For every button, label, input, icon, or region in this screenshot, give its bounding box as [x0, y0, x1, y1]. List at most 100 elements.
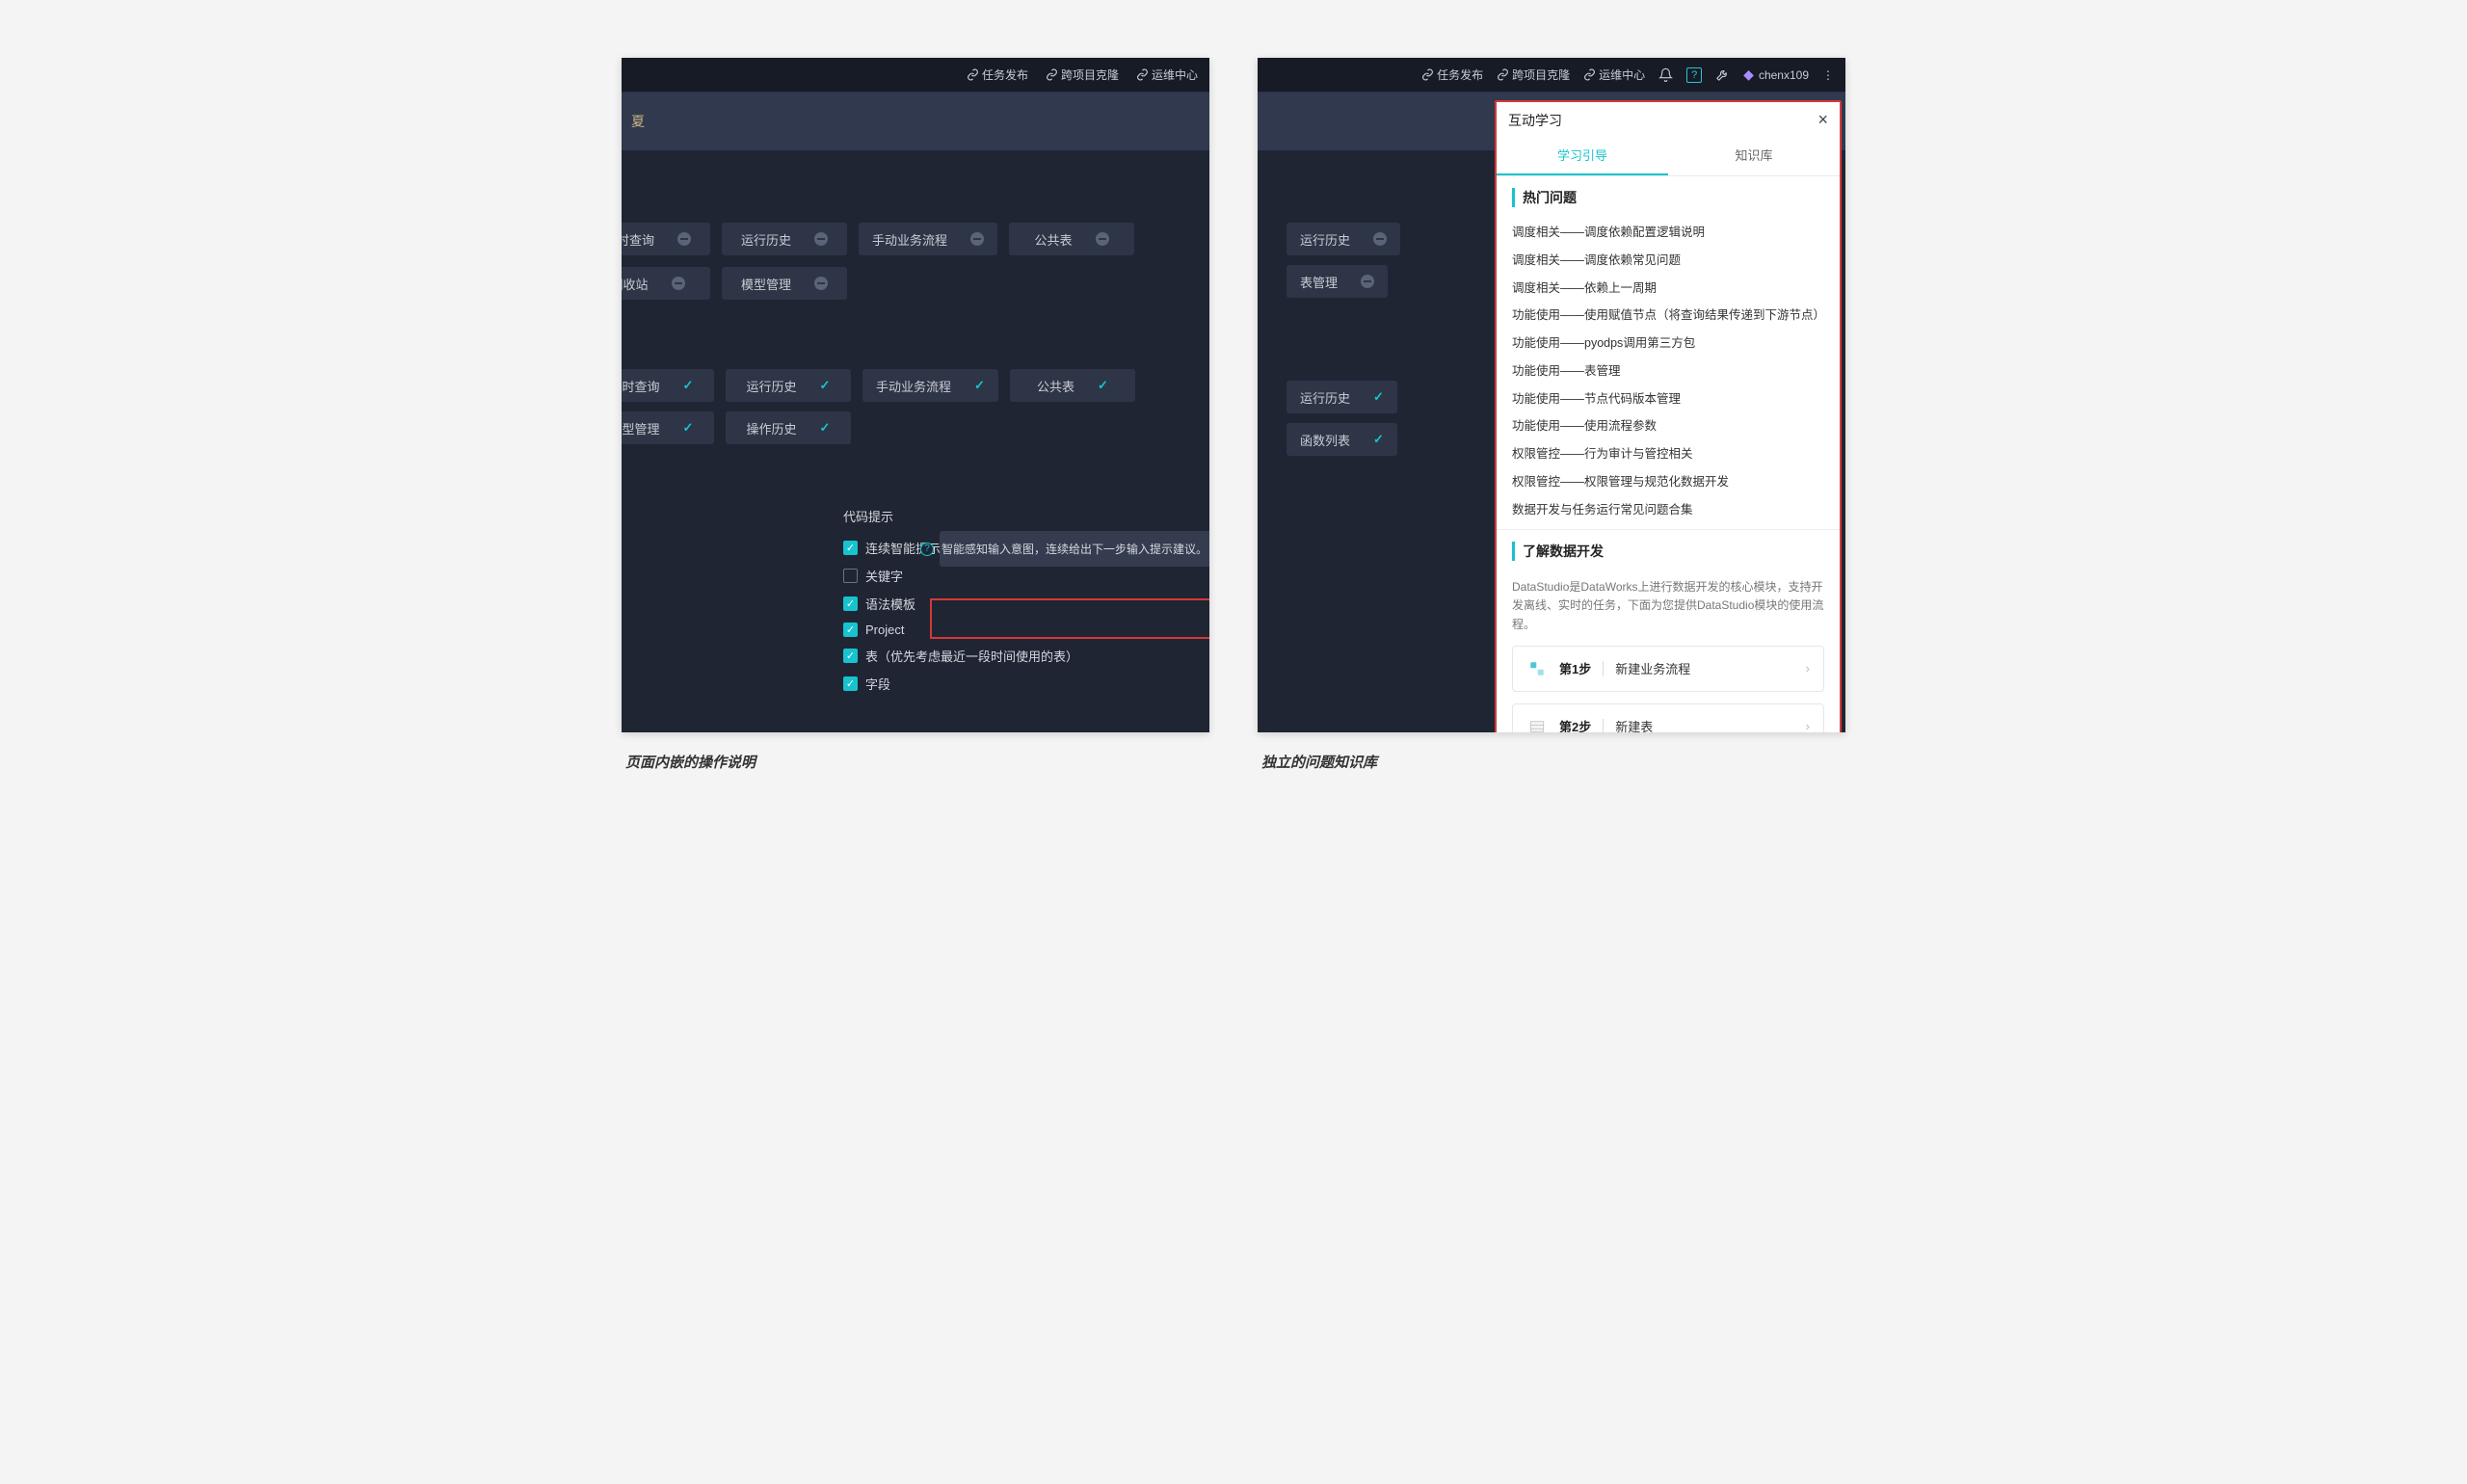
checkbox-icon[interactable]: [843, 541, 858, 555]
chip-model-mgmt[interactable]: 模型管理✓: [622, 411, 714, 444]
check-icon: ✓: [683, 420, 694, 436]
help-icon[interactable]: ?: [1686, 67, 1702, 83]
minus-icon: [1361, 275, 1374, 288]
kb-hot-list: 调度相关——调度依赖配置逻辑说明 调度相关——调度依赖常见问题 调度相关——依赖…: [1512, 219, 1824, 523]
chevron-right-icon: ›: [1806, 661, 1810, 676]
more-icon[interactable]: ⋮: [1822, 68, 1834, 82]
topbar-link-clone[interactable]: 跨项目克隆: [1046, 66, 1119, 83]
checkbox-icon[interactable]: [843, 676, 858, 691]
chip-table-mgmt[interactable]: 表管理: [1287, 265, 1388, 298]
link-icon: [1497, 68, 1509, 81]
chip-run-history[interactable]: 运行历史: [1287, 223, 1400, 255]
kb-list-item[interactable]: 功能使用——表管理: [1512, 358, 1824, 385]
table-icon: [1526, 716, 1548, 732]
chip-recycle[interactable]: 回收站: [622, 267, 710, 300]
kb-step-2[interactable]: 第2步 新建表 ›: [1512, 703, 1824, 732]
kb-list-item[interactable]: 调度相关——调度依赖常见问题: [1512, 247, 1824, 275]
minus-icon: [672, 277, 685, 290]
check-icon: ✓: [820, 378, 831, 393]
link-icon: [1421, 68, 1434, 81]
kb-list-item[interactable]: 权限管控——权限管理与规范化数据开发: [1512, 468, 1824, 496]
right-caption: 独立的问题知识库: [1261, 752, 1845, 772]
kb-list-item[interactable]: 功能使用——pyodps调用第三方包: [1512, 330, 1824, 358]
minus-icon: [677, 232, 691, 246]
checkbox-icon[interactable]: [843, 569, 858, 583]
kb-step-1[interactable]: 第1步 新建业务流程 ›: [1512, 646, 1824, 692]
topbar-link-clone[interactable]: 跨项目克隆: [1497, 66, 1570, 83]
kb-know-heading: 了解数据开发: [1512, 542, 1824, 561]
minus-icon: [1096, 232, 1109, 246]
chip-manual-flow[interactable]: 手动业务流程✓: [862, 369, 998, 402]
chip-model-mgmt[interactable]: 模型管理: [722, 267, 847, 300]
kb-hot-heading: 热门问题: [1512, 188, 1824, 207]
chip-func-list[interactable]: 函数列表✓: [1287, 423, 1397, 456]
bell-icon[interactable]: [1658, 67, 1673, 82]
kb-list-item[interactable]: 调度相关——依赖上一周期: [1512, 275, 1824, 303]
checkbox-row-keyword[interactable]: 关键字: [843, 567, 1209, 585]
knowledge-panel: 互动学习 × 学习引导 知识库 热门问题 调度相关——调度依赖配置逻辑说明 调度…: [1495, 100, 1842, 732]
kb-tab-library[interactable]: 知识库: [1668, 136, 1840, 175]
checkbox-row-project[interactable]: Project: [843, 623, 1209, 637]
kb-list-item[interactable]: 调度相关——调度依赖配置逻辑说明: [1512, 219, 1824, 247]
check-icon: ✓: [683, 378, 694, 393]
topbar-link-ops[interactable]: 运维中心: [1136, 66, 1198, 83]
chip-run-history[interactable]: 运行历史✓: [726, 369, 851, 402]
checkbox-icon[interactable]: [843, 649, 858, 663]
checkbox-icon[interactable]: [843, 623, 858, 637]
kb-list-item[interactable]: 功能使用——使用赋值节点（将查询结果传递到下游节点）: [1512, 302, 1824, 330]
kb-list-item[interactable]: 权限管控——行为审计与管控相关: [1512, 440, 1824, 468]
link-icon: [1583, 68, 1596, 81]
checkbox-row-smart[interactable]: 连续智能提示 ? 智能感知输入意图，连续给出下一步输入提示建议。: [843, 539, 1209, 557]
checkbox-icon[interactable]: [843, 596, 858, 611]
flow-icon: [1526, 658, 1548, 679]
link-icon: [967, 68, 979, 81]
left-panel: 任务发布 跨项目克隆 运维中心 夏 临时查询 运行历史 手动业务流程 公共表 回…: [622, 58, 1209, 732]
checkbox-row-column[interactable]: 字段: [843, 675, 1209, 693]
minus-icon: [814, 277, 828, 290]
code-hint-title: 代码提示: [843, 507, 1209, 525]
topbar-link-publish[interactable]: 任务发布: [1421, 66, 1483, 83]
user-menu[interactable]: ◆ chenx109: [1743, 66, 1809, 83]
kb-list-item[interactable]: 功能使用——使用流程参数: [1512, 412, 1824, 440]
check-icon: ✓: [974, 378, 985, 393]
wrench-icon[interactable]: [1715, 67, 1730, 82]
close-icon[interactable]: ×: [1817, 110, 1828, 130]
minus-icon: [970, 232, 984, 246]
tooltip: ? 智能感知输入意图，连续给出下一步输入提示建议。: [940, 531, 1209, 567]
chip-op-history[interactable]: 操作历史✓: [726, 411, 851, 444]
link-icon: [1136, 68, 1149, 81]
chip-run-history[interactable]: 运行历史: [722, 223, 847, 255]
topbar: 任务发布 跨项目克隆 运维中心 ? ◆ chenx109 ⋮: [1258, 58, 1845, 93]
topbar: 任务发布 跨项目克隆 运维中心: [622, 58, 1209, 93]
checkbox-row-table[interactable]: 表（优先考虑最近一段时间使用的表）: [843, 647, 1209, 665]
check-icon: ✓: [1373, 389, 1384, 405]
chevron-right-icon: ›: [1806, 719, 1810, 732]
link-icon: [1046, 68, 1058, 81]
chip-manual-flow[interactable]: 手动业务流程: [859, 223, 997, 255]
left-caption: 页面内嵌的操作说明: [625, 752, 1209, 772]
topbar-link-ops[interactable]: 运维中心: [1583, 66, 1645, 83]
minus-icon: [1373, 232, 1387, 246]
chip-row: ✓ 模型管理✓ 操作历史✓: [622, 407, 1209, 449]
topbar-link-publish[interactable]: 任务发布: [967, 66, 1028, 83]
minus-icon: [814, 232, 828, 246]
chip-row: 临时查询 运行历史 手动业务流程 公共表: [622, 218, 1209, 262]
check-icon: ✓: [1098, 378, 1108, 393]
chip-public-table[interactable]: 公共表✓: [1010, 369, 1135, 402]
chip-row: ✓ 临时查询✓ 运行历史✓ 手动业务流程✓ 公共表✓: [622, 364, 1209, 407]
chip-temp-query[interactable]: 临时查询: [622, 223, 710, 255]
right-panel: 任务发布 跨项目克隆 运维中心 ? ◆ chenx109 ⋮ 运行历史 表管理: [1258, 58, 1845, 732]
help-icon[interactable]: ?: [920, 543, 934, 556]
kb-tabs: 学习引导 知识库: [1497, 136, 1840, 176]
chip-run-history[interactable]: 运行历史✓: [1287, 381, 1397, 413]
checkbox-row-syntax[interactable]: 语法模板: [843, 595, 1209, 613]
chip-row: 回收站 模型管理: [622, 262, 1209, 306]
kb-list-item[interactable]: 功能使用——节点代码版本管理: [1512, 385, 1824, 413]
chip-temp-query[interactable]: 临时查询✓: [622, 369, 714, 402]
code-hint-section: 代码提示 连续智能提示 ? 智能感知输入意图，连续给出下一步输入提示建议。 关键…: [843, 507, 1209, 693]
kb-list-item[interactable]: 数据开发与任务运行常见问题合集: [1512, 496, 1824, 524]
kb-tab-guide[interactable]: 学习引导: [1497, 136, 1668, 175]
diamond-icon: ◆: [1743, 66, 1754, 83]
subbar: 夏: [622, 93, 1209, 150]
chip-public-table[interactable]: 公共表: [1009, 223, 1134, 255]
